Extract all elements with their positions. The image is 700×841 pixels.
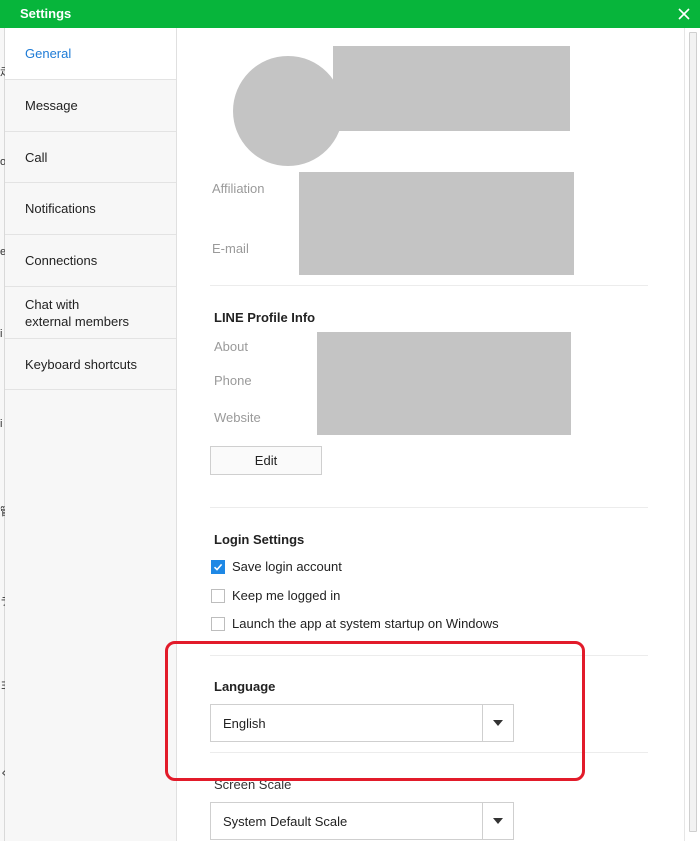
language-select[interactable]: English (210, 704, 514, 742)
affiliation-label: Affiliation (212, 181, 265, 196)
launch-at-startup-checkbox[interactable] (211, 616, 225, 631)
language-title: Language (214, 679, 276, 694)
save-login-account-option[interactable]: Save login account (211, 559, 342, 574)
screen-scale-select[interactable]: System Default Scale (210, 802, 514, 840)
screen-scale-dropdown-button[interactable] (482, 803, 513, 839)
checkmark-icon (213, 563, 223, 571)
save-login-account-checkbox[interactable] (211, 559, 225, 574)
about-label: About (214, 339, 248, 354)
launch-at-startup-option[interactable]: Launch the app at system startup on Wind… (211, 616, 499, 631)
sidebar-item-label: Keyboard shortcuts (25, 356, 138, 372)
divider (210, 507, 648, 508)
profile-cover-placeholder (333, 46, 570, 131)
sidebar-item-label: Connections (25, 253, 98, 268)
sidebar-item-label: Call (25, 149, 48, 165)
sidebar-item-notifications[interactable]: Notifications (5, 183, 176, 235)
launch-at-startup-label: Launch the app at system startup on Wind… (232, 616, 499, 631)
close-icon (678, 8, 690, 20)
scrollbar-thumb[interactable] (689, 32, 697, 832)
caret-down-icon (493, 818, 503, 824)
line-profile-info-title: LINE Profile Info (214, 310, 316, 325)
divider (210, 655, 648, 656)
keep-logged-in-label: Keep me logged in (232, 588, 341, 603)
screen-scale-title: Screen Scale (214, 777, 292, 792)
screen-scale-selected-value: System Default Scale (223, 813, 348, 829)
keep-logged-in-option[interactable]: Keep me logged in (211, 588, 340, 603)
keep-logged-in-checkbox[interactable] (211, 588, 225, 603)
sidebar-item-label: Chat with external members (25, 296, 130, 329)
settings-sidebar: General Message Call Notifications Conne… (5, 28, 177, 841)
line-profile-info-placeholder (317, 332, 571, 435)
edit-button[interactable]: Edit (210, 446, 322, 475)
sidebar-item-label: Message (25, 98, 78, 113)
profile-info-placeholder (299, 172, 574, 275)
sidebar-item-message[interactable]: Message (5, 80, 176, 132)
title-bar: Settings (0, 0, 700, 28)
caret-down-icon (493, 720, 503, 726)
sidebar-item-general[interactable]: General (5, 28, 176, 80)
divider (210, 285, 648, 286)
email-label: E-mail (212, 241, 249, 256)
phone-label: Phone (214, 373, 252, 388)
sidebar-item-label: Notifications (25, 201, 96, 216)
close-button[interactable] (668, 0, 700, 28)
login-settings-title: Login Settings (214, 532, 305, 547)
edit-button-label: Edit (254, 453, 278, 468)
sidebar-item-connections[interactable]: Connections (5, 235, 176, 287)
website-label: Website (214, 410, 261, 425)
sidebar-item-call[interactable]: Call (5, 132, 176, 183)
divider (210, 752, 648, 753)
language-dropdown-button[interactable] (482, 705, 513, 741)
language-selected-value: English (223, 715, 266, 731)
avatar[interactable] (233, 56, 343, 166)
sidebar-item-keyboard-shortcuts[interactable]: Keyboard shortcuts (5, 339, 176, 390)
save-login-account-label: Save login account (232, 559, 342, 574)
content-scrollbar[interactable] (684, 28, 700, 841)
sidebar-item-label: General (25, 46, 72, 61)
sidebar-item-chat-with-external-members[interactable]: Chat with external members (5, 287, 176, 339)
window-title: Settings (20, 6, 72, 21)
